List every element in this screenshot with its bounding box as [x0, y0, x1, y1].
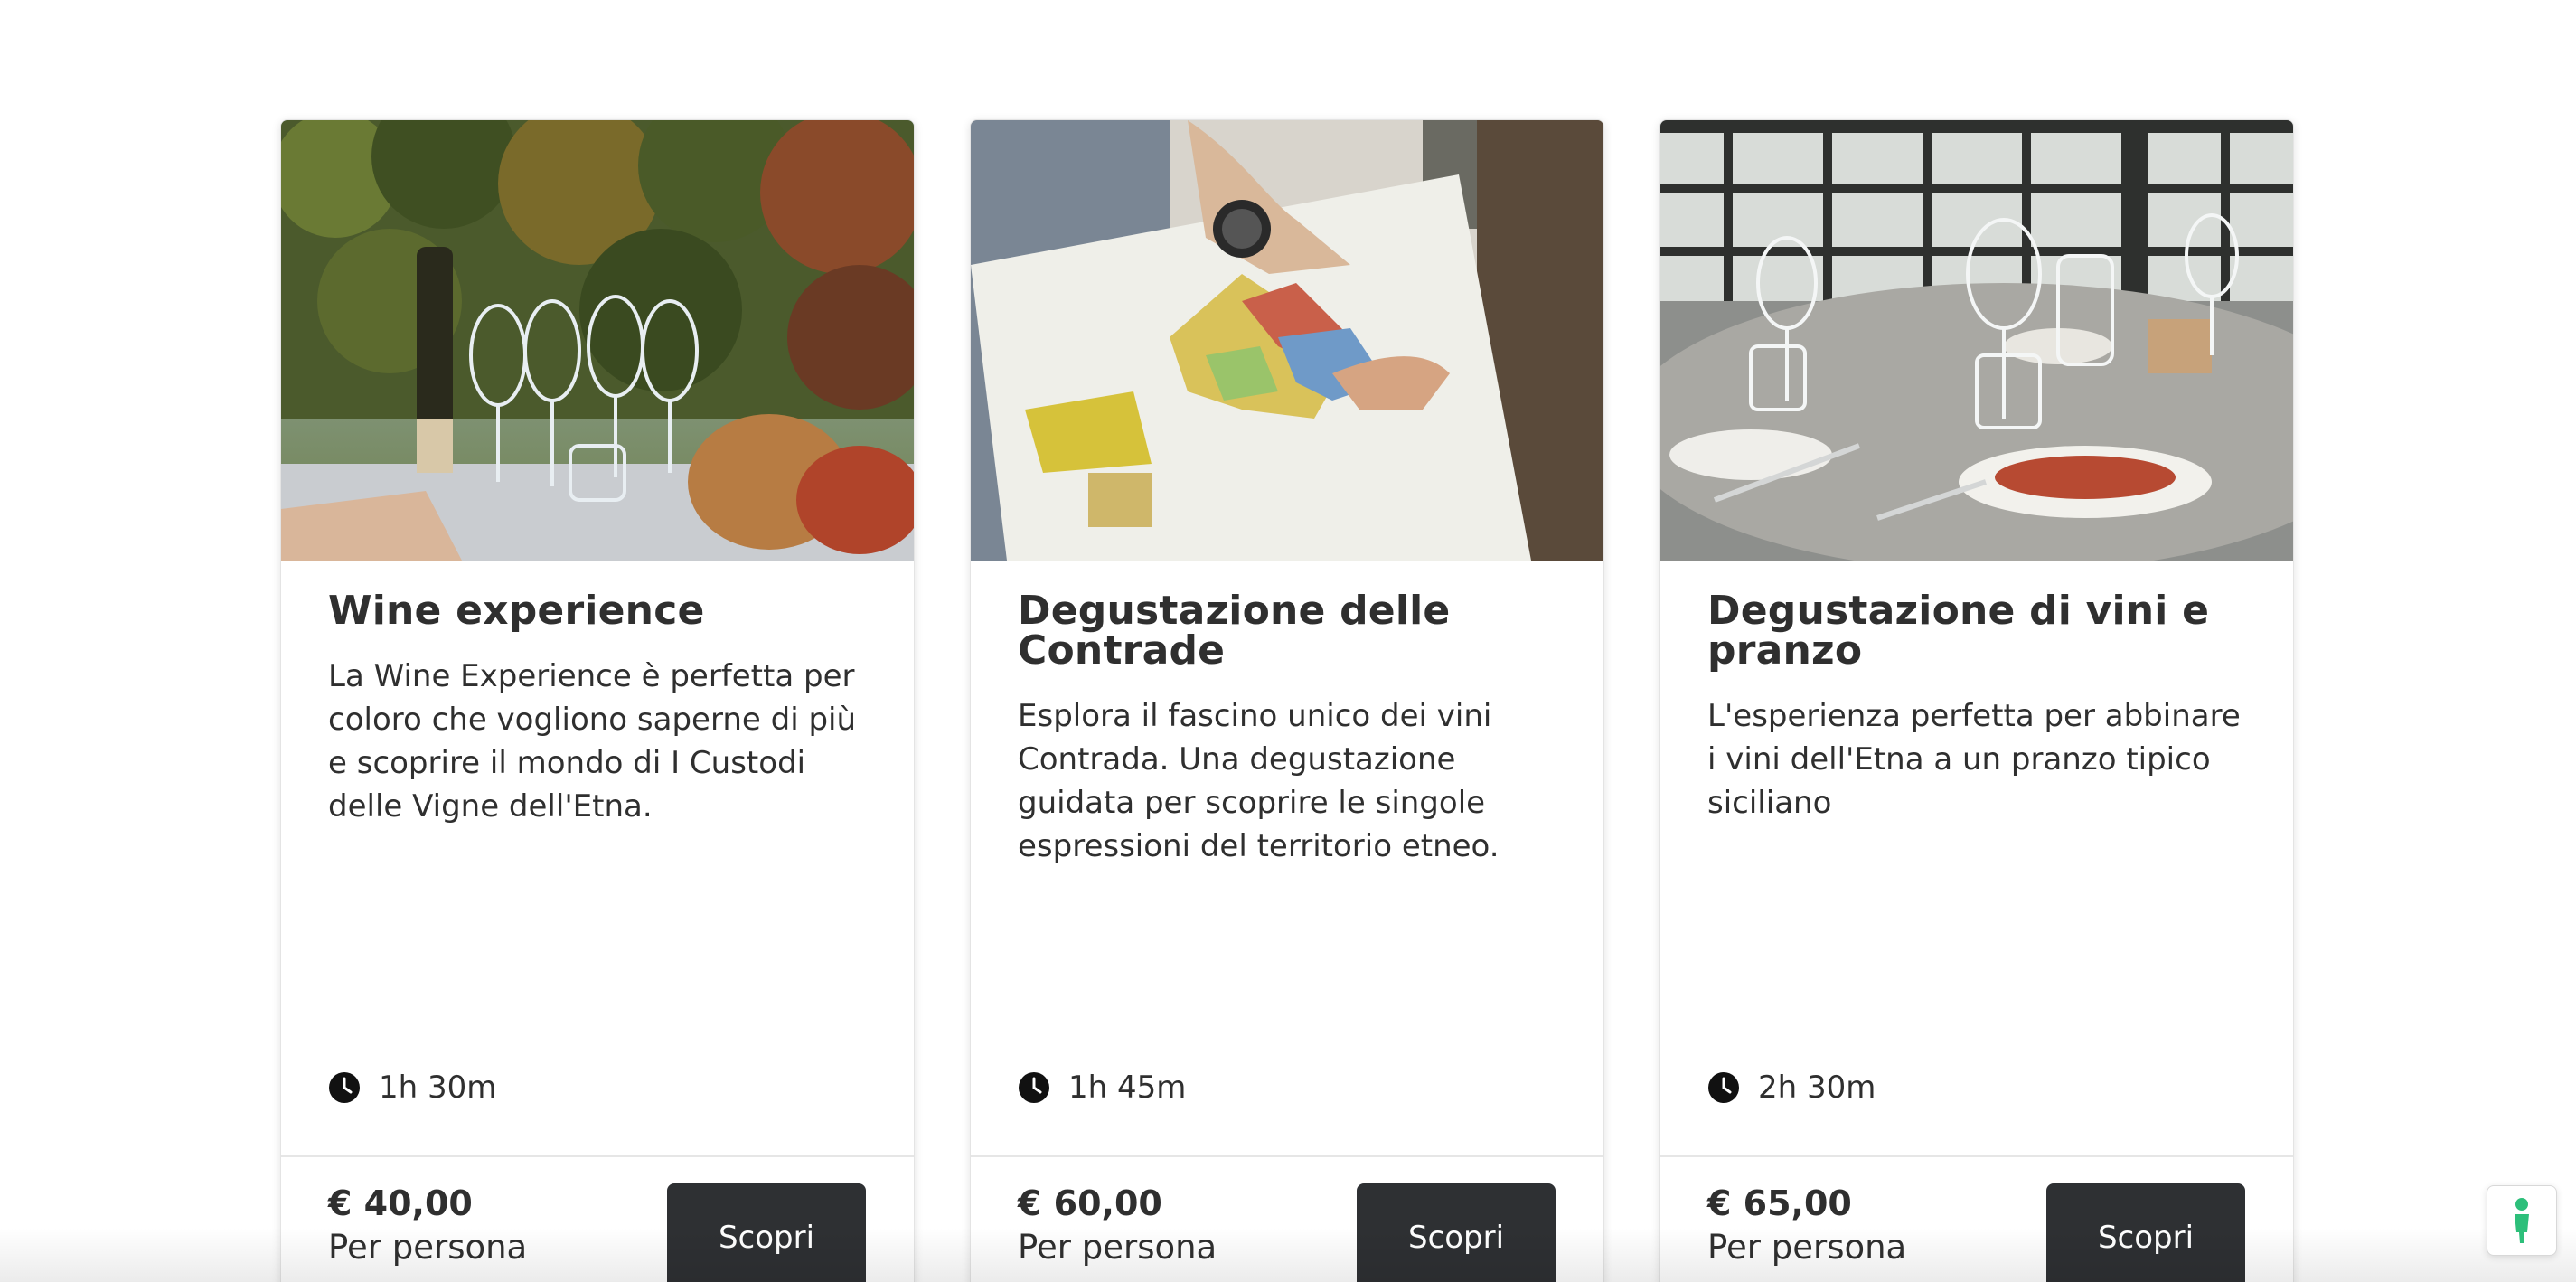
price: € 40,00 [328, 1183, 473, 1223]
price: € 60,00 [1018, 1183, 1162, 1223]
scopri-button[interactable]: Scopri [1357, 1183, 1556, 1282]
experience-card-degustazione-contrade: Degustazione delle Contrade Esplora il f… [970, 119, 1604, 1282]
duration-text: 1h 30m [379, 1070, 497, 1106]
dining-table-photo [1660, 120, 2293, 561]
price-unit: Per persona [1018, 1228, 1217, 1267]
experience-card-degustazione-pranzo: Degustazione di vini e pranzo L'esperien… [1659, 119, 2294, 1282]
card-description: L'esperienza perfetta per abbinare i vin… [1707, 698, 2241, 821]
divider [971, 1155, 1603, 1157]
divider [281, 1155, 914, 1157]
card-image-vineyard [281, 120, 914, 561]
cookie-preferences-widget[interactable] [2487, 1185, 2557, 1256]
experience-cards: Wine experience La Wine Experience è per… [280, 119, 2294, 1282]
card-body: Wine experience La Wine Experience è per… [281, 591, 914, 828]
duration: 2h 30m [1707, 1070, 1876, 1106]
experience-card-wine-experience: Wine experience La Wine Experience è per… [280, 119, 915, 1282]
experiences-page: Wine experience La Wine Experience è per… [0, 0, 2576, 1282]
clock-icon [329, 1072, 360, 1103]
cookie-preferences-icon [2515, 1198, 2529, 1243]
duration-text: 1h 45m [1068, 1070, 1187, 1106]
scopri-button[interactable]: Scopri [667, 1183, 866, 1282]
divider [1660, 1155, 2293, 1157]
clock-icon [1708, 1072, 1739, 1103]
card-image-table [1660, 120, 2293, 561]
card-description: Esplora il fascino unico dei vini Contra… [1018, 698, 1500, 864]
duration-text: 2h 30m [1758, 1070, 1876, 1106]
map-photo [971, 120, 1603, 561]
price-unit: Per persona [328, 1228, 528, 1267]
vineyard-photo [281, 120, 914, 561]
card-title: Wine experience [328, 588, 705, 634]
price-unit: Per persona [1707, 1228, 1907, 1267]
card-description: La Wine Experience è perfetta per coloro… [328, 658, 857, 825]
card-body: Degustazione delle Contrade Esplora il f… [971, 591, 1603, 868]
card-title: Degustazione delle Contrade [1018, 588, 1451, 674]
card-body: Degustazione di vini e pranzo L'esperien… [1660, 591, 2293, 825]
card-title: Degustazione di vini e pranzo [1707, 588, 2210, 674]
card-image-map [971, 120, 1603, 561]
clock-icon [1019, 1072, 1049, 1103]
price: € 65,00 [1707, 1183, 1852, 1223]
duration: 1h 45m [1018, 1070, 1186, 1106]
scopri-button[interactable]: Scopri [2046, 1183, 2245, 1282]
duration: 1h 30m [328, 1070, 496, 1106]
